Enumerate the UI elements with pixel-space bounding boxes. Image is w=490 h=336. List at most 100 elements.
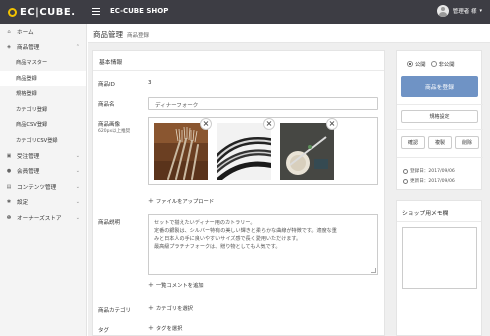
divider [397, 104, 483, 105]
caret-down-icon: ▾ [479, 8, 482, 14]
sidebar-subitem-category-register[interactable]: カテゴリ登録 [0, 102, 86, 118]
delete-button[interactable]: 削除 [455, 136, 479, 149]
tag-label: タグ [98, 328, 110, 334]
plus-icon: + [148, 324, 154, 332]
publish-panel: 公開 非公開 商品を登録 規格設定 確認 複製 削除 登録日：2017/09/0… [396, 50, 483, 190]
page-title: 商品管理 [93, 30, 123, 39]
cart-icon: ▣ [6, 152, 12, 159]
upload-file-label: ファイルをアップロード [155, 199, 215, 205]
page-subtitle: 商品登録 [127, 32, 150, 39]
product-image-note: 620px以上推奨 [98, 129, 131, 134]
chevron-up-icon: ⌃ [75, 44, 80, 51]
plus-icon: + [148, 304, 154, 312]
product-image-thumb[interactable] [217, 123, 271, 180]
user-name: 管理者 様 [452, 9, 477, 15]
description-line: セットで揃えたいディナー用のカトラリー。 [154, 220, 256, 226]
chevron-down-icon: ⌄ [75, 199, 80, 206]
sidebar-subitem-class-register[interactable]: 規格登録 [0, 86, 86, 102]
radio-public[interactable] [407, 61, 413, 67]
options-settings-button[interactable]: 規格設定 [401, 110, 478, 123]
sidebar-item-label: 設定 [17, 200, 29, 207]
plus-icon: + [148, 197, 154, 205]
product-image-thumb[interactable] [280, 123, 334, 180]
select-category-link[interactable]: + カテゴリを選択 [148, 304, 193, 312]
description-line: みと日本人の手に良いやすいサイズ感で長く愛用いただけます。 [154, 236, 302, 242]
select-category-label: カテゴリを選択 [155, 306, 193, 312]
remove-image-icon[interactable]: × [263, 118, 275, 130]
register-product-button[interactable]: 商品を登録 [401, 76, 478, 97]
product-image-label: 商品画像 [98, 122, 121, 128]
home-icon: ⌂ [7, 28, 11, 35]
users-icon: ● [6, 168, 12, 175]
remove-image-icon[interactable]: × [200, 118, 212, 130]
add-list-comment-link[interactable]: + 一覧コメントを追加 [148, 281, 204, 289]
shop-name[interactable]: EC-CUBE SHOP [110, 7, 168, 15]
forks-silver-image [217, 123, 271, 180]
resize-handle-icon[interactable] [371, 268, 376, 273]
sidebar-item-products[interactable]: ◈ 商品管理 ⌃ [0, 40, 86, 56]
sidebar-item-home[interactable]: ⌂ ホーム [0, 24, 86, 40]
sidebar-item-label: 会員管理 [17, 169, 40, 176]
section-title: 基本情報 [93, 51, 384, 71]
registered-date-text: 登録日：2017/09/06 [410, 169, 455, 174]
chevron-down-icon: ⌄ [75, 168, 80, 175]
product-name-label: 商品名 [98, 102, 115, 108]
visibility-radio-group: 公開 非公開 [407, 60, 455, 68]
basic-info-card: 基本情報 商品ID 3 商品名 ディナーフォーク 商品画像 620px以上推奨 [92, 50, 385, 336]
logo-text: EC|CUBE. [20, 6, 76, 18]
shop-memo-panel: ショップ用メモ欄 [396, 200, 482, 336]
product-image-thumb[interactable] [154, 123, 208, 180]
select-tag-link[interactable]: + タグを選択 [148, 324, 182, 332]
sidebar-item-label: コンテンツ管理 [17, 184, 57, 191]
shop-memo-textarea[interactable] [402, 227, 477, 289]
radio-private[interactable] [430, 61, 437, 67]
plus-icon: + [148, 281, 154, 289]
sidebar-item-label: オーナーズストア [17, 215, 62, 222]
sidebar-item-contents[interactable]: ▤ コンテンツ管理 ⌄ [0, 179, 86, 195]
product-id-value: 3 [148, 80, 152, 86]
logo[interactable]: EC|CUBE. [8, 6, 76, 18]
copy-button[interactable]: 複製 [428, 136, 452, 149]
gear-icon: ✱ [6, 199, 12, 206]
sidebar-item-owners-store[interactable]: ❶ オーナーズストア ⌄ [0, 210, 86, 226]
product-name-input[interactable]: ディナーフォーク [148, 97, 378, 110]
menu-toggle-icon[interactable] [92, 8, 100, 15]
clock-icon [403, 178, 408, 184]
sidebar-item-customers[interactable]: ● 会員管理 ⌄ [0, 164, 86, 180]
description-textarea[interactable]: セットで揃えたいディナー用のカトラリー。 定番の銀製は、シルバー特有の美しい輝き… [148, 214, 378, 275]
remove-image-icon[interactable]: × [326, 118, 338, 130]
category-label: 商品カテゴリ [98, 308, 132, 314]
radio-public-label[interactable]: 公開 [415, 60, 426, 68]
info-icon: ❶ [6, 214, 12, 221]
description-line: 定番の銀製は、シルバー特有の美しい輝きと柔らかな曲線が特徴です。適度な重 [154, 228, 337, 234]
chevron-down-icon: ⌄ [75, 183, 80, 190]
sidebar-subitem-category-csv[interactable]: カテゴリCSV登録 [0, 133, 86, 149]
user-menu[interactable]: 管理者 様 ▾ [436, 5, 482, 17]
updated-date-text: 更新日：2017/09/06 [410, 179, 455, 184]
upload-file-link[interactable]: + ファイルをアップロード [148, 197, 214, 205]
add-list-comment-label: 一覧コメントを追加 [155, 283, 204, 289]
sidebar: ⌂ ホーム ◈ 商品管理 ⌃ 商品マスター 商品登録 規格登録 カテゴリ登録 商… [0, 24, 87, 336]
sidebar-item-label: ホーム [17, 29, 34, 36]
image-dropzone[interactable]: × × × [148, 117, 378, 185]
forks-wood-image [154, 123, 208, 180]
sidebar-item-orders[interactable]: ▣ 受注管理 ⌄ [0, 148, 86, 164]
tag-icon: ◈ [7, 44, 11, 51]
sidebar-item-settings[interactable]: ✱ 設定 ⌄ [0, 195, 86, 211]
radio-private-label[interactable]: 非公開 [439, 60, 455, 68]
sidebar-subitem-product-master[interactable]: 商品マスター [0, 55, 86, 71]
clock-icon [403, 168, 408, 174]
sidebar-item-label: 受注管理 [17, 153, 40, 160]
file-icon: ▤ [6, 183, 12, 190]
plate-fork-image [280, 123, 334, 180]
sidebar-subitem-product-csv[interactable]: 商品CSV登録 [0, 117, 86, 133]
divider [397, 157, 483, 158]
shop-memo-title: ショップ用メモ欄 [397, 201, 481, 222]
confirm-button[interactable]: 確認 [401, 136, 425, 149]
sidebar-subitem-product-register[interactable]: 商品登録 [0, 70, 86, 86]
top-bar: EC|CUBE. EC-CUBE SHOP 管理者 様 ▾ [0, 0, 490, 24]
select-tag-label: タグを選択 [155, 326, 183, 332]
avatar [436, 5, 449, 17]
product-id-label: 商品ID [98, 82, 115, 88]
updated-date: 更新日：2017/09/06 [403, 178, 455, 184]
